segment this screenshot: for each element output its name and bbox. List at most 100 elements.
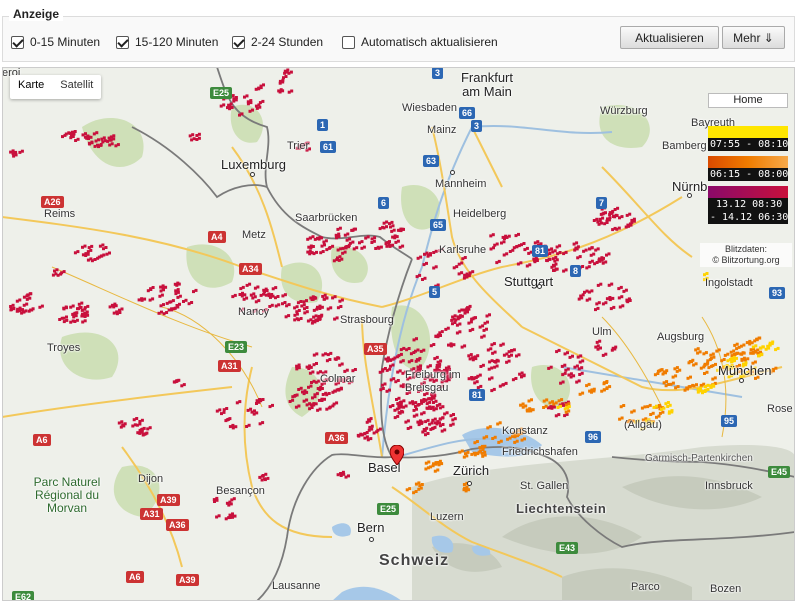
lightning-strike-marker: [500, 240, 506, 245]
option-label: 2-24 Stunden: [251, 35, 324, 49]
lightning-strike-marker: [158, 293, 164, 298]
lightning-strike-marker: [422, 261, 428, 267]
lightning-strike-marker: [555, 244, 562, 249]
lightning-strike-marker: [87, 244, 94, 250]
option-auto-refresh[interactable]: Automatisch aktualisieren: [342, 34, 498, 50]
road-shield: A39: [176, 574, 199, 586]
checkbox-15-120-minutes[interactable]: [116, 35, 129, 49]
lightning-strike-marker: [578, 371, 584, 376]
home-button[interactable]: Home: [708, 93, 788, 108]
lightning-strike-marker: [157, 310, 163, 315]
checkbox-auto-refresh[interactable]: [342, 35, 355, 49]
lightning-strike-marker: [572, 241, 579, 246]
lightning-strike-marker: [419, 348, 426, 353]
road-shield: A31: [218, 360, 241, 372]
lightning-strike-marker: [102, 246, 108, 251]
lightning-strike-marker: [527, 398, 533, 403]
checkbox-2-24-hours[interactable]: [232, 35, 245, 49]
lightning-strike-marker: [253, 285, 260, 290]
road-shield: 81: [469, 389, 486, 401]
lightning-strike-marker: [215, 514, 221, 519]
lightning-strike-marker: [478, 324, 485, 329]
lightning-strike-marker: [671, 374, 678, 379]
lightning-strike-marker: [479, 363, 485, 368]
lightning-strike-marker: [337, 387, 343, 392]
lightning-strike-marker: [140, 426, 146, 432]
lightning-strike-marker: [195, 132, 201, 137]
road-shield: 8: [570, 265, 582, 277]
lightning-strike-marker: [288, 398, 295, 403]
location-pin-icon[interactable]: [390, 445, 404, 465]
lightning-strike-marker: [306, 236, 312, 241]
lightning-strike-marker: [106, 138, 112, 143]
checkbox-0-15-minutes[interactable]: [11, 35, 24, 49]
lightning-strike-marker: [460, 344, 467, 349]
road-shield: A39: [157, 494, 180, 506]
lightning-strike-marker: [173, 379, 179, 384]
lightning-strike-marker: [457, 271, 464, 276]
lightning-strike-marker: [364, 235, 370, 240]
lightning-strike-marker: [422, 426, 429, 431]
lightning-strike-marker: [560, 363, 567, 368]
map-type-karte[interactable]: Karte: [10, 75, 52, 99]
place-luzern: Luzern: [430, 511, 464, 523]
place-stgallen: St. Gallen: [520, 480, 569, 492]
lightning-strike-marker: [656, 368, 663, 373]
city-marker: [537, 284, 542, 289]
lightning-strike-marker: [399, 359, 405, 364]
lightning-strike-marker: [231, 293, 237, 299]
lightning-strike-marker: [148, 297, 155, 302]
lightning-strike-marker: [195, 136, 201, 141]
lightning-strike-marker: [703, 272, 709, 277]
lightning-strike-marker: [412, 413, 419, 418]
lightning-strike-marker: [499, 342, 505, 347]
lightning-strike-marker: [15, 298, 22, 303]
place-lausanne: Lausanne: [272, 580, 321, 592]
map-type-satellit[interactable]: Satellit: [52, 75, 101, 99]
refresh-button[interactable]: Aktualisieren: [620, 26, 719, 49]
lightning-strike-marker: [585, 382, 591, 388]
road-shield: A6: [126, 571, 144, 583]
lightning-strike-marker: [711, 376, 717, 381]
lightning-strike-marker: [609, 305, 616, 311]
lightning-strike-marker: [404, 419, 410, 424]
place-allgau: (Allgäu): [624, 419, 662, 431]
lightning-strike-marker: [311, 318, 318, 323]
lightning-strike-marker: [173, 305, 180, 310]
lightning-strike-marker: [94, 138, 100, 143]
lightning-map[interactable]: Karte Satellit Home 07:55 - 08:10 06:15 …: [2, 67, 795, 601]
lightning-strike-marker: [343, 232, 350, 237]
road-shield: 6: [378, 197, 390, 209]
map-type-control[interactable]: Karte Satellit: [10, 75, 102, 99]
lightning-strike-marker: [307, 384, 313, 389]
lightning-strike-marker: [449, 422, 455, 427]
data-credit: Blitzdaten: © Blitzortung.org: [700, 243, 792, 267]
lightning-strike-marker: [424, 418, 430, 424]
lightning-strike-marker: [176, 294, 182, 299]
legend-swatch-recent: [708, 126, 788, 138]
road-shield: 3: [432, 67, 444, 79]
option-0-15-minutes[interactable]: 0-15 Minuten: [11, 34, 100, 50]
lightning-strike-marker: [303, 306, 309, 311]
lightning-strike-marker: [336, 305, 343, 310]
lightning-strike-marker: [412, 490, 418, 495]
lightning-strike-marker: [149, 286, 155, 291]
option-15-120-minutes[interactable]: 15-120 Minuten: [116, 34, 218, 50]
lightning-strike-marker: [303, 310, 309, 315]
lightning-strike-marker: [271, 286, 278, 291]
option-2-24-hours[interactable]: 2-24 Stunden: [232, 34, 323, 50]
road-shield: 7: [596, 197, 608, 209]
place-mainz: Mainz: [427, 124, 457, 136]
place-bamberg: Bamberg: [662, 140, 707, 152]
lightning-strike-marker: [751, 344, 758, 349]
lightning-strike-marker: [483, 320, 489, 325]
lightning-strike-marker: [259, 292, 266, 297]
place-freiburg: Freiburg im Breisgau: [405, 369, 461, 394]
more-button[interactable]: Mehr ⇓: [722, 26, 785, 49]
road-shield: A36: [166, 519, 189, 531]
lightning-strike-marker: [583, 289, 589, 294]
lightning-strike-marker: [416, 255, 423, 260]
lightning-strike-marker: [451, 417, 457, 422]
lightning-strike-marker: [138, 418, 144, 423]
lightning-strike-marker: [406, 425, 413, 430]
